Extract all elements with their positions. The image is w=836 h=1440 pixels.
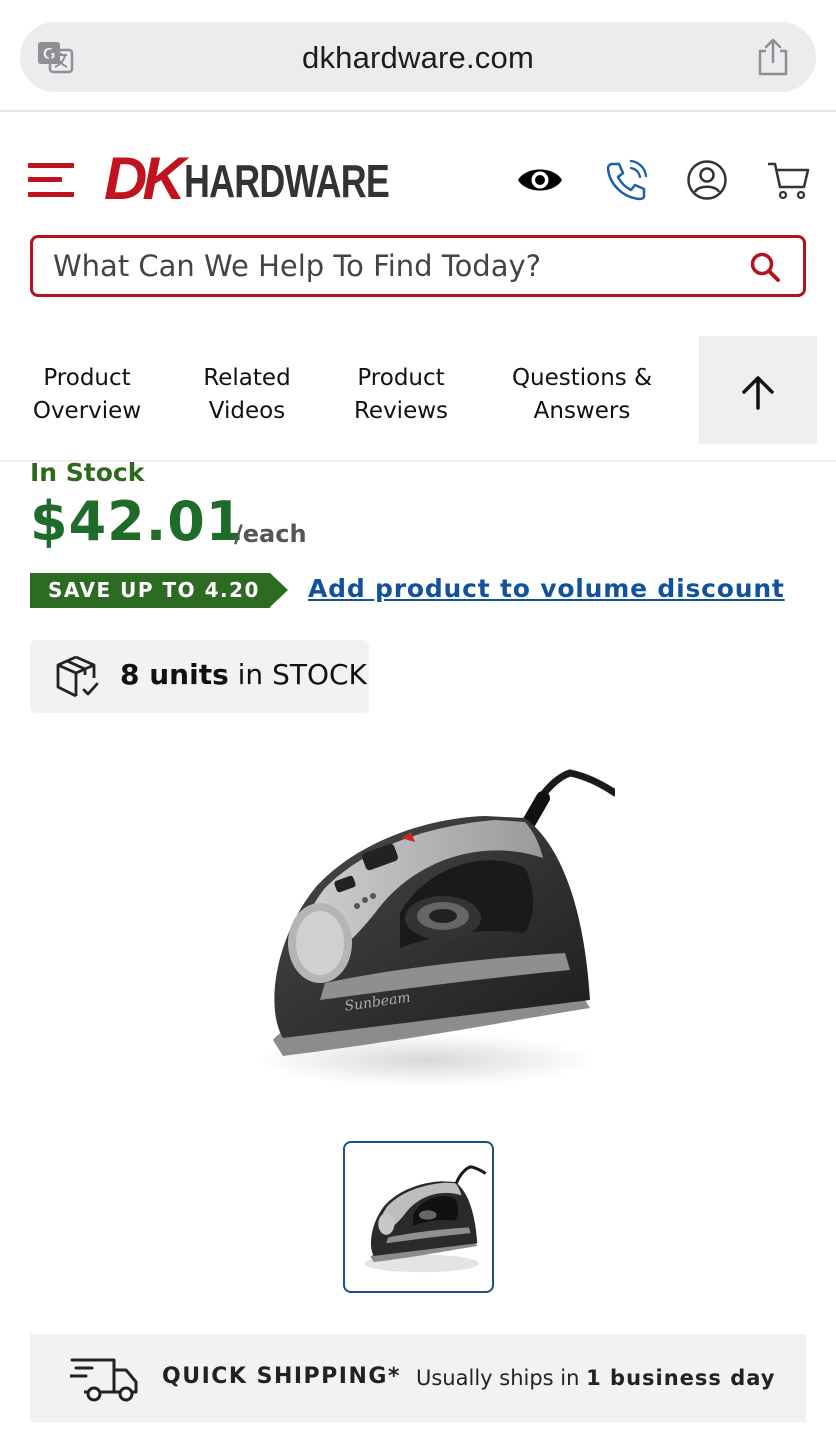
arrow-up-icon [742, 376, 774, 410]
product-price: $42.01 [30, 490, 245, 553]
tab-questions-answers[interactable]: Questions & Answers [498, 362, 666, 428]
tab-related-videos[interactable]: Related Videos [182, 362, 312, 428]
thumbnail-iron-graphic [364, 1165, 487, 1273]
stock-status: In Stock [30, 458, 145, 487]
logo-dk: DK [104, 145, 186, 212]
account-icon[interactable] [686, 159, 728, 201]
url-text: dkhardware.com [302, 40, 534, 75]
search-input[interactable] [53, 244, 733, 288]
thumbnail-image[interactable] [343, 1141, 494, 1293]
tab-label: Overview [32, 398, 142, 424]
package-check-icon [56, 655, 99, 698]
logo-hardware: HARDWARE [184, 155, 390, 207]
shipping-banner: QUICK SHIPPING* Usually ships in 1 busin… [30, 1334, 806, 1422]
cart-icon[interactable] [766, 159, 810, 201]
units-count: 8 units [120, 658, 229, 691]
site-logo[interactable]: DK HARDWARE [104, 145, 390, 216]
address-bar[interactable]: G dkhardware.com [20, 22, 816, 92]
product-image[interactable]: Sunbeam [225, 738, 615, 1118]
browser-toolbar: G dkhardware.com [0, 0, 836, 112]
share-icon[interactable] [756, 37, 790, 77]
shipping-time: 1 business day [586, 1366, 776, 1390]
volume-discount-link[interactable]: Add product to volume discount [308, 574, 785, 603]
tab-label: Videos [208, 398, 286, 424]
menu-icon[interactable] [28, 159, 76, 201]
scroll-to-top-button[interactable] [699, 336, 817, 444]
tab-product-reviews[interactable]: Product Reviews [336, 362, 466, 428]
price-unit: /each [234, 520, 307, 548]
save-badge-text: SAVE UP TO 4.20 [48, 578, 260, 602]
stock-units-box: 8 units in STOCK [30, 640, 369, 713]
save-badge: SAVE UP TO 4.20 [30, 573, 288, 608]
product-tabs: Product Overview Related Videos Product … [0, 336, 836, 462]
tab-label: Reviews [353, 398, 449, 424]
tab-label: Questions & [511, 365, 653, 391]
tab-product-overview[interactable]: Product Overview [20, 362, 154, 428]
search-bar [30, 235, 806, 297]
shipping-text-prefix: Usually ships in [416, 1366, 587, 1390]
search-icon[interactable] [749, 251, 781, 283]
shipping-title: QUICK SHIPPING* [162, 1364, 401, 1389]
tab-label: Product [357, 365, 445, 391]
tab-label: Related [203, 365, 291, 391]
eye-icon[interactable] [516, 162, 564, 198]
units-suffix: in STOCK [228, 658, 367, 691]
phone-icon[interactable] [604, 158, 648, 202]
tab-label: Product [43, 365, 131, 391]
stock-units-text: 8 units in STOCK [120, 658, 367, 691]
site-header: DK HARDWARE [0, 114, 836, 314]
truck-icon [70, 1358, 138, 1402]
tab-label: Answers [533, 398, 631, 424]
shipping-text: Usually ships in 1 business day [416, 1366, 775, 1390]
